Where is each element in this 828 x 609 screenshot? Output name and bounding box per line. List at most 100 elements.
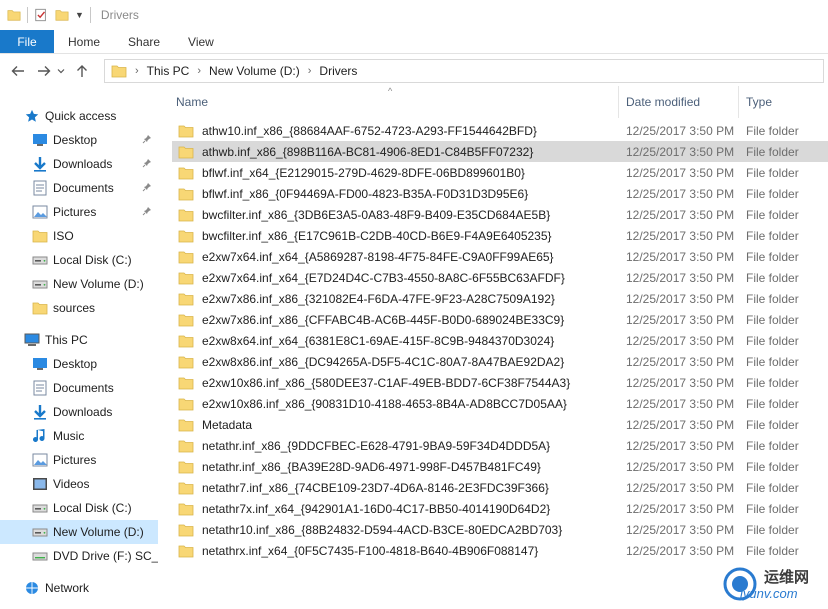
separator (89, 7, 91, 23)
nav-item-documents[interactable]: Documents (0, 376, 158, 400)
forward-arrow-icon[interactable] (33, 60, 55, 82)
folder-icon (178, 439, 194, 453)
file-type: File folder (746, 249, 799, 264)
file-date-modified: 12/25/2017 3:50 PM (626, 459, 735, 474)
nav-item-downloads[interactable]: Downloads (0, 152, 158, 176)
file-row[interactable]: netathrx.inf_x64_{0F5C7435-F100-4818-B64… (172, 540, 828, 561)
file-row[interactable]: e2xw7x64.inf_x64_{A5869287-8198-4F75-84F… (172, 246, 828, 267)
desktop-icon (32, 132, 48, 148)
column-divider[interactable] (738, 86, 739, 118)
nav-item-local-disk-c[interactable]: Local Disk (C:) (0, 496, 158, 520)
file-row[interactable]: e2xw7x64.inf_x64_{E7D24D4C-C7B3-4550-8A8… (172, 267, 828, 288)
breadcrumb-drivers[interactable]: Drivers (319, 64, 357, 78)
breadcrumb-new-volume[interactable]: New Volume (D:) (209, 64, 300, 78)
file-row[interactable]: e2xw10x86.inf_x86_{90831D10-4188-4653-8B… (172, 393, 828, 414)
nav-item-local-disk-c[interactable]: Local Disk (C:) (0, 248, 158, 272)
file-row[interactable]: athwb.inf_x86_{898B116A-BC81-4906-8ED1-C… (172, 141, 828, 162)
file-row[interactable]: netathr.inf_x86_{9DDCFBEC-E628-4791-9BA9… (172, 435, 828, 456)
folder-icon (178, 208, 194, 222)
file-row[interactable]: e2xw7x86.inf_x86_{321082E4-F6DA-47FE-9F2… (172, 288, 828, 309)
file-row[interactable]: bflwf.inf_x86_{0F94469A-FD00-4823-B35A-F… (172, 183, 828, 204)
file-type: File folder (746, 543, 799, 558)
nav-item-this-pc[interactable]: This PC (0, 328, 158, 352)
file-row[interactable]: e2xw8x64.inf_x64_{6381E8C1-69AE-415F-8C9… (172, 330, 828, 351)
nav-item-pictures[interactable]: Pictures (0, 200, 158, 224)
new-folder-icon[interactable] (55, 8, 69, 22)
nav-item-new-volume-d[interactable]: New Volume (D:) (0, 520, 158, 544)
nav-item-documents[interactable]: Documents (0, 176, 158, 200)
pin-icon[interactable] (142, 134, 152, 147)
nav-item-iso[interactable]: ISO (0, 224, 158, 248)
tab-home[interactable]: Home (54, 30, 114, 53)
file-date-modified: 12/25/2017 3:50 PM (626, 207, 735, 222)
folder-icon (178, 250, 194, 264)
file-name: e2xw7x86.inf_x86_{CFFABC4B-AC6B-445F-B0D… (202, 312, 565, 327)
nav-item-label: Documents (53, 181, 114, 195)
recent-locations-chevron-icon[interactable] (55, 60, 67, 82)
tab-view[interactable]: View (174, 30, 228, 53)
nav-item-pictures[interactable]: Pictures (0, 448, 158, 472)
desktop-icon (32, 356, 48, 372)
documents-icon (32, 380, 48, 396)
file-name: e2xw8x86.inf_x86_{DC94265A-D5F5-4C1C-80A… (202, 354, 565, 369)
file-row[interactable]: bwcfilter.inf_x86_{3DB6E3A5-0A83-48F9-B4… (172, 204, 828, 225)
file-row[interactable]: e2xw10x86.inf_x86_{580DEE37-C1AF-49EB-BD… (172, 372, 828, 393)
folder-icon (178, 229, 194, 243)
documents-icon (32, 180, 48, 196)
customize-quick-access-icon[interactable]: ▼ (75, 10, 84, 20)
nav-item-quick-access[interactable]: Quick access (0, 104, 158, 128)
column-header-type[interactable]: Type (746, 86, 816, 118)
file-name: netathr7.inf_x86_{74CBE109-23D7-4D6A-814… (202, 480, 549, 495)
tab-share[interactable]: Share (114, 30, 174, 53)
nav-item-desktop[interactable]: Desktop (0, 352, 158, 376)
back-arrow-icon[interactable] (7, 60, 29, 82)
file-row[interactable]: e2xw7x86.inf_x86_{CFFABC4B-AC6B-445F-B0D… (172, 309, 828, 330)
file-name: bflwf.inf_x64_{E2129015-279D-4629-8DFE-0… (202, 165, 525, 180)
column-header-name[interactable]: Name (176, 86, 616, 118)
column-divider[interactable] (618, 86, 619, 118)
nav-item-label: New Volume (D:) (53, 277, 144, 291)
file-row[interactable]: bwcfilter.inf_x86_{E17C961B-C2DB-40CD-B6… (172, 225, 828, 246)
file-row[interactable]: e2xw8x86.inf_x86_{DC94265A-D5F5-4C1C-80A… (172, 351, 828, 372)
ribbon-tabs: File Home Share View (0, 30, 828, 54)
window-title: Drivers (100, 8, 139, 22)
folder-icon (178, 292, 194, 306)
column-header-date[interactable]: Date modified (626, 86, 736, 118)
nav-item-label: DVD Drive (F:) SC_C (53, 549, 158, 563)
file-row[interactable]: Metadata 12/25/2017 3:50 PM File folder (172, 414, 828, 435)
file-name: bwcfilter.inf_x86_{3DB6E3A5-0A83-48F9-B4… (202, 207, 551, 222)
file-row[interactable]: netathr7x.inf_x64_{942901A1-16D0-4C17-BB… (172, 498, 828, 519)
chevron-right-icon[interactable]: › (197, 65, 201, 77)
chevron-right-icon[interactable]: › (135, 65, 139, 77)
drive-icon (32, 500, 48, 516)
file-date-modified: 12/25/2017 3:50 PM (626, 522, 735, 537)
nav-item-network[interactable]: Network (0, 576, 158, 600)
file-row[interactable]: netathr7.inf_x86_{74CBE109-23D7-4D6A-814… (172, 477, 828, 498)
nav-item-downloads[interactable]: Downloads (0, 400, 158, 424)
file-row[interactable]: netathr10.inf_x86_{88B24832-D594-4ACD-B3… (172, 519, 828, 540)
file-row[interactable]: athw10.inf_x86_{88684AAF-6752-4723-A293-… (172, 120, 828, 141)
nav-item-label: Downloads (53, 405, 113, 419)
pin-icon[interactable] (142, 158, 152, 171)
pin-icon[interactable] (142, 206, 152, 219)
nav-item-music[interactable]: Music (0, 424, 158, 448)
nav-item-new-volume-d[interactable]: New Volume (D:) (0, 272, 158, 296)
file-row[interactable]: bflwf.inf_x64_{E2129015-279D-4629-8DFE-0… (172, 162, 828, 183)
nav-item-videos[interactable]: Videos (0, 472, 158, 496)
properties-icon[interactable] (34, 8, 48, 22)
nav-item-dvd-drive-f-sc-c[interactable]: DVD Drive (F:) SC_C (0, 544, 158, 568)
file-type: File folder (746, 270, 799, 285)
nav-item-desktop[interactable]: Desktop (0, 128, 158, 152)
file-name: athw10.inf_x86_{88684AAF-6752-4723-A293-… (202, 123, 537, 138)
pin-icon[interactable] (142, 182, 152, 195)
chevron-right-icon[interactable]: › (308, 65, 312, 77)
address-bar[interactable]: › This PC › New Volume (D:) › Drivers (104, 59, 824, 83)
up-arrow-icon[interactable] (71, 60, 93, 82)
file-name: netathr7x.inf_x64_{942901A1-16D0-4C17-BB… (202, 501, 551, 516)
file-type: File folder (746, 123, 799, 138)
file-type: File folder (746, 291, 799, 306)
file-row[interactable]: netathr.inf_x86_{BA39E28D-9AD6-4971-998F… (172, 456, 828, 477)
breadcrumb-this-pc[interactable]: This PC (147, 64, 190, 78)
tab-file[interactable]: File (0, 30, 54, 53)
nav-item-sources[interactable]: sources (0, 296, 158, 320)
